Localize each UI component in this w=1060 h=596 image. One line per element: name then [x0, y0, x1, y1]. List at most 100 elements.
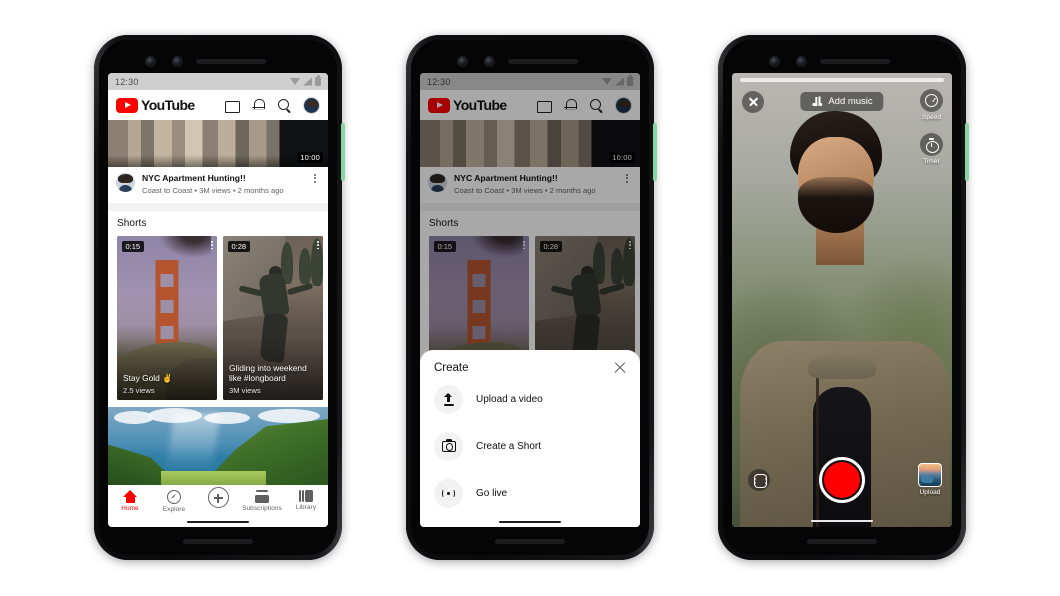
- bottom-navigation-bar: Home Explore Subscriptions Library: [108, 485, 328, 527]
- shorts-card-1-info: Stay Gold ✌ 2.5 views: [123, 373, 212, 395]
- phone-2-front-cameras: [411, 52, 649, 72]
- library-icon: [299, 490, 313, 502]
- channel-avatar[interactable]: [116, 173, 135, 192]
- phone-3-shorts-camera: Add music Speed Timer Upload: [718, 35, 969, 560]
- front-camera-icon: [145, 56, 156, 67]
- nav-label-home: Home: [121, 505, 139, 512]
- phone-2-power-button[interactable]: [653, 123, 657, 181]
- section-divider: [108, 203, 328, 212]
- earpiece-speaker: [508, 59, 578, 64]
- compass-icon: [167, 490, 181, 504]
- battery-icon: [315, 75, 321, 86]
- shorts-carousel[interactable]: 0:15 Stay Gold ✌ 2.5 views 0:28 Gliding …: [108, 236, 328, 401]
- nav-label-library: Library: [295, 504, 317, 511]
- create-option-label-upload: Upload a video: [476, 394, 543, 405]
- phone-3-glass: Add music Speed Timer Upload: [723, 40, 961, 555]
- hero-duration-badge: 10:00: [297, 152, 323, 163]
- youtube-logo[interactable]: YouTube: [116, 97, 195, 113]
- hero-video-text: NYC Apartment Hunting!! Coast to Coast •…: [142, 173, 303, 195]
- create-bottom-sheet: Create Upload a video Create a Short Go …: [420, 350, 640, 527]
- nav-item-subscriptions[interactable]: Subscriptions: [241, 490, 283, 512]
- nav-label-explore: Explore: [162, 506, 186, 513]
- upload-button[interactable]: Upload: [918, 463, 942, 496]
- add-music-label: Add music: [828, 96, 873, 107]
- shorts-card-1-kebab-icon[interactable]: [211, 241, 213, 250]
- front-camera-secondary-icon: [172, 56, 183, 67]
- phone-3-power-button[interactable]: [965, 123, 969, 181]
- timer-icon: [926, 138, 939, 153]
- front-camera-icon: [769, 56, 780, 67]
- shorts-section: Shorts 0:15 Stay Gold ✌ 2.5 views 0:28 G…: [108, 211, 328, 401]
- nav-item-create[interactable]: [197, 487, 239, 508]
- close-icon[interactable]: [613, 361, 626, 374]
- landscape-video-thumbnail[interactable]: [108, 407, 328, 494]
- front-camera-secondary-icon: [484, 56, 495, 67]
- upload-label: Upload: [919, 489, 941, 496]
- tree-2: [299, 248, 311, 285]
- timer-tool-label: Timer: [923, 158, 940, 165]
- camera-viewfinder[interactable]: Add music Speed Timer Upload: [732, 73, 952, 527]
- kebab-menu-icon[interactable]: [310, 173, 320, 183]
- record-button[interactable]: [819, 457, 865, 503]
- camera-tool-rail: Speed Timer: [920, 89, 943, 165]
- earpiece-speaker: [196, 59, 266, 64]
- upload-icon: [434, 385, 463, 414]
- create-option-label-short: Create a Short: [476, 441, 542, 452]
- create-option-create-a-short[interactable]: Create a Short: [420, 423, 640, 470]
- earpiece-speaker: [820, 59, 890, 64]
- nav-item-home[interactable]: Home: [109, 490, 151, 512]
- subject-collar: [808, 353, 876, 379]
- shorts-card-1[interactable]: 0:15 Stay Gold ✌ 2.5 views: [117, 236, 217, 401]
- camera-bottom-controls: Upload: [732, 455, 952, 511]
- tree-branch: [153, 236, 211, 263]
- timer-tool[interactable]: Timer: [920, 133, 943, 165]
- hero-video-meta[interactable]: NYC Apartment Hunting!! Coast to Coast •…: [108, 167, 328, 204]
- nav-label-subscriptions: Subscriptions: [242, 505, 282, 512]
- hero-video-subtitle: Coast to Coast • 3M views • 2 months ago: [142, 185, 284, 195]
- home-icon: [123, 490, 137, 503]
- create-sheet-header: Create: [420, 361, 640, 376]
- youtube-app-header: YouTube: [108, 90, 328, 120]
- phone-2-create-sheet: 12:30 YouTube 10:00 NYC Apartment Huntin…: [406, 35, 657, 560]
- phone-1-bottom-speaker: [183, 539, 253, 544]
- shorts-card-1-duration: 0:15: [122, 241, 144, 253]
- mockup-stage: 12:30 YouTube 10:00 NYC Apartment Huntin…: [0, 0, 1060, 596]
- account-avatar[interactable]: [303, 96, 320, 114]
- create-option-go-live[interactable]: Go live: [420, 470, 640, 517]
- nav-item-explore[interactable]: Explore: [153, 490, 195, 513]
- shorts-card-2-views: 3M views: [229, 386, 261, 396]
- music-note-icon: [811, 96, 822, 107]
- gesture-home-indicator[interactable]: [499, 520, 561, 523]
- close-icon[interactable]: [742, 91, 764, 113]
- create-option-upload-a-video[interactable]: Upload a video: [420, 376, 640, 423]
- search-icon[interactable]: [277, 98, 292, 113]
- camera-icon: [434, 432, 463, 461]
- shorts-card-2-kebab-icon[interactable]: [317, 241, 319, 250]
- shorts-card-2-duration: 0:28: [228, 241, 250, 253]
- add-music-button[interactable]: Add music: [800, 92, 884, 111]
- phone-1-front-cameras: [99, 52, 337, 72]
- phone-1-power-button[interactable]: [341, 123, 345, 181]
- gesture-home-indicator[interactable]: [187, 520, 249, 523]
- speed-tool[interactable]: Speed: [920, 89, 943, 121]
- create-sheet-title: Create: [434, 361, 469, 374]
- youtube-play-icon: [116, 97, 138, 113]
- phone-1-screen: 12:30 YouTube 10:00 NYC Apartment Huntin…: [108, 73, 328, 527]
- upload-thumbnail: [918, 463, 942, 487]
- cast-icon[interactable]: [225, 98, 240, 113]
- phone-2-screen: 12:30 YouTube 10:00 NYC Apartment Huntin…: [420, 73, 640, 527]
- recording-progress-bar: [740, 78, 944, 82]
- hero-video-thumbnail[interactable]: 10:00: [108, 120, 328, 167]
- shorts-card-2[interactable]: 0:28 Gliding into weekend like #longboar…: [223, 236, 323, 401]
- phone-2-bottom-speaker: [495, 539, 565, 544]
- header-actions: [225, 96, 320, 114]
- flip-camera-icon[interactable]: [748, 469, 770, 491]
- phone-3-front-cameras: [723, 52, 961, 72]
- sun-rays: [165, 413, 221, 472]
- hero-gradient: [108, 155, 328, 167]
- nav-item-library[interactable]: Library: [285, 490, 327, 511]
- create-plus-icon: [207, 487, 229, 508]
- notifications-bell-icon[interactable]: [251, 98, 266, 113]
- shorts-section-title: Shorts: [117, 218, 147, 230]
- phone-3-screen: Add music Speed Timer Upload: [732, 73, 952, 527]
